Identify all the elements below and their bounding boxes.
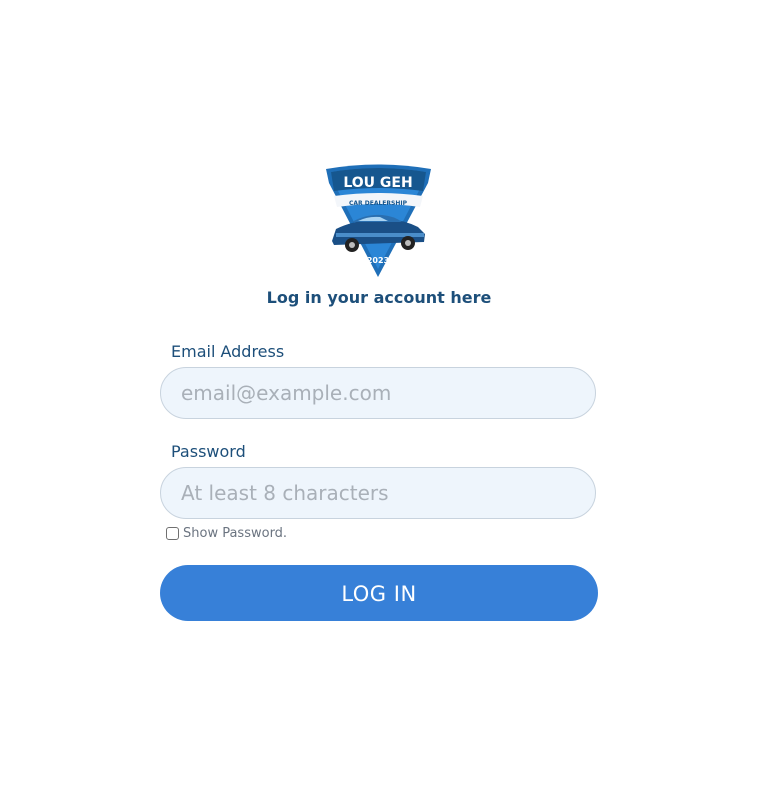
show-password-toggle[interactable]: Show Password. — [166, 526, 287, 541]
page-heading: Log in your account here — [266, 288, 492, 307]
email-label: Email Address — [171, 342, 285, 361]
password-input[interactable] — [160, 467, 596, 519]
svg-text:2023: 2023 — [367, 256, 389, 265]
svg-text:CAR DEALERSHIP: CAR DEALERSHIP — [349, 200, 408, 207]
login-button[interactable]: LOG IN — [160, 565, 598, 621]
show-password-label: Show Password. — [183, 526, 288, 541]
login-page: LOU GEH CAR DEALERSHIP 2023 Log in your … — [0, 0, 777, 785]
password-label: Password — [171, 442, 246, 461]
email-input[interactable] — [160, 367, 596, 419]
show-password-checkbox[interactable] — [166, 527, 179, 540]
dealership-logo: LOU GEH CAR DEALERSHIP 2023 — [326, 164, 431, 277]
svg-text:LOU GEH: LOU GEH — [343, 175, 412, 191]
